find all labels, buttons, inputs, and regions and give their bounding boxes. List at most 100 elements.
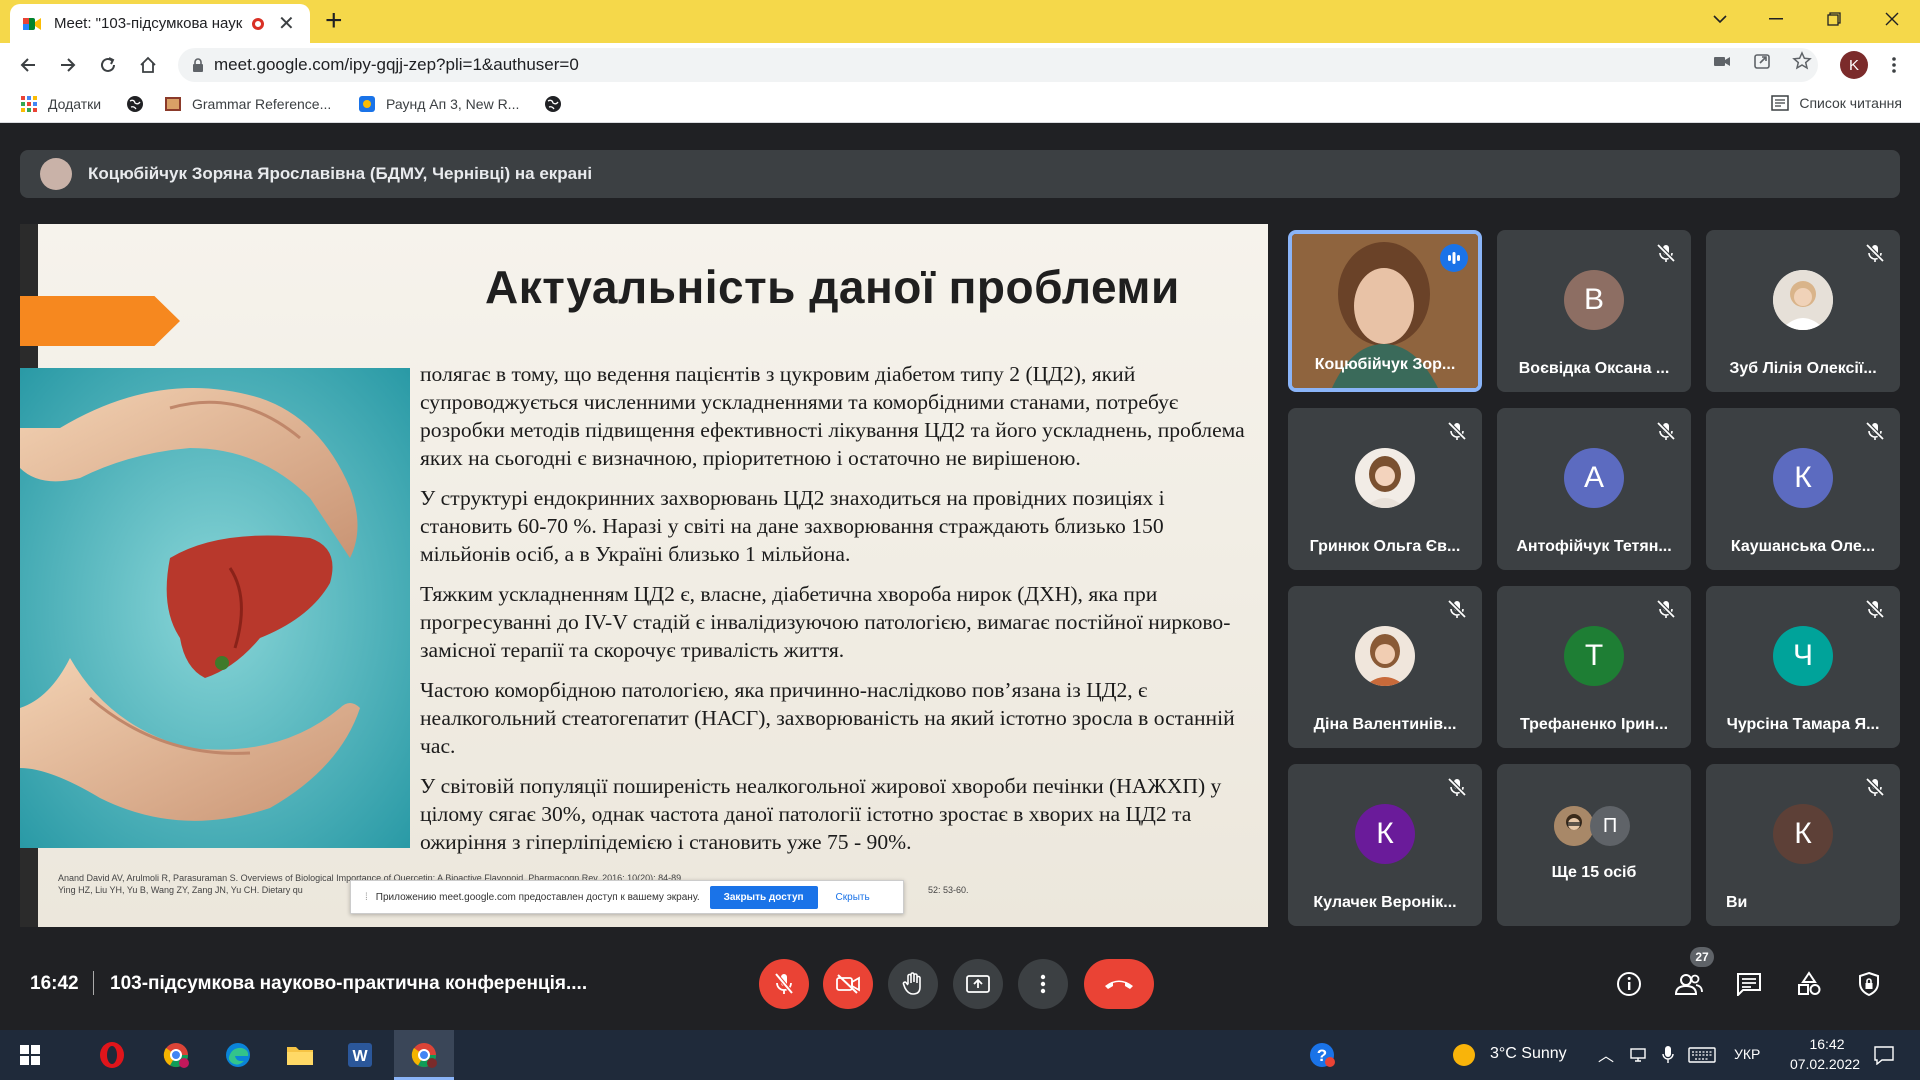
- participant-tile[interactable]: Діна Валентинів...: [1288, 586, 1482, 748]
- microphone-tray-icon[interactable]: [1652, 1039, 1684, 1071]
- muted-mic-icon: [1865, 777, 1885, 797]
- participant-photo-avatar: [1355, 626, 1415, 686]
- more-options-button[interactable]: [1018, 959, 1068, 1009]
- notifications-icon[interactable]: [1868, 1039, 1900, 1071]
- more-vert-icon: [1040, 974, 1046, 994]
- muted-mic-icon: [1447, 599, 1467, 619]
- participant-tile[interactable]: К Кулачек Веронік...: [1288, 764, 1482, 926]
- slide-paragraph: У структурі ендокринних захворювань ЦД2 …: [420, 486, 1165, 566]
- hide-notice-link[interactable]: Скрыть: [836, 892, 870, 903]
- participant-tile[interactable]: Гринюк Ольга Єв...: [1288, 408, 1482, 570]
- keyboard-icon[interactable]: [1686, 1039, 1718, 1071]
- participant-tile[interactable]: Зуб Лілія Олексії...: [1706, 230, 1900, 392]
- url-text: meet.google.com/ipy-gqjj-zep?pli=1&authu…: [214, 55, 579, 74]
- participant-tile[interactable]: А Антофійчук Тетян...: [1497, 408, 1691, 570]
- camera-toggle-button[interactable]: [823, 959, 873, 1009]
- stop-sharing-button[interactable]: Закрыть доступ: [709, 885, 818, 909]
- mic-toggle-button[interactable]: [759, 959, 809, 1009]
- file-explorer-icon[interactable]: [284, 1039, 316, 1071]
- people-button[interactable]: [1674, 969, 1704, 999]
- participant-name: Чурсіна Тамара Я...: [1726, 716, 1880, 733]
- round-up-icon: [359, 96, 375, 112]
- restore-window-icon[interactable]: [1806, 0, 1862, 38]
- bookmark-globe-2[interactable]: [544, 95, 572, 113]
- bookmark-globe-1[interactable]: [126, 95, 154, 113]
- profile-avatar[interactable]: K: [1840, 51, 1868, 79]
- bookmark-round-up[interactable]: Раунд Ап 3, New R...: [358, 95, 519, 113]
- participant-tile[interactable]: К Каушанська Оле...: [1706, 408, 1900, 570]
- mic-off-icon: [774, 972, 794, 995]
- edge-icon[interactable]: [222, 1039, 254, 1071]
- close-window-icon[interactable]: [1864, 0, 1920, 38]
- participant-tile-presenter[interactable]: Коцюбійчук Зор...: [1288, 230, 1482, 392]
- browser-tab-meet[interactable]: Meet: "103-підсумкова наук ✕: [10, 4, 310, 43]
- self-tile[interactable]: К Ви: [1706, 764, 1900, 926]
- participant-tile[interactable]: В Воєвідка Оксана ...: [1497, 230, 1691, 392]
- slide-paragraph: Частою коморбідною патологією, яка причи…: [420, 678, 1235, 758]
- reference-2: Ying HZ, Liu YH, Yu B, Wang ZY, Zang JN,…: [58, 885, 303, 895]
- weather-text[interactable]: 3°C Sunny: [1490, 1045, 1567, 1063]
- share-page-icon[interactable]: [1752, 51, 1772, 71]
- tray-chevron-up-icon[interactable]: ︿: [1598, 1042, 1614, 1066]
- participant-tile[interactable]: Ч Чурсіна Тамара Я...: [1706, 586, 1900, 748]
- presenter-banner: Коцюбійчук Зоряна Ярославівна (БДМУ, Чер…: [20, 150, 1900, 198]
- participant-tile[interactable]: Т Трефаненко Ірин...: [1497, 586, 1691, 748]
- activities-button[interactable]: [1794, 969, 1824, 999]
- chat-icon: [1737, 973, 1761, 996]
- hands-liver-image: [20, 368, 410, 848]
- forward-arrow-icon[interactable]: [54, 51, 82, 79]
- more-participants-label: Ще 15 осіб: [1551, 864, 1637, 881]
- windows-start-icon[interactable]: [14, 1039, 46, 1071]
- weather-sun-icon[interactable]: [1448, 1039, 1480, 1071]
- new-tab-button[interactable]: +: [325, 6, 343, 36]
- reload-icon[interactable]: [94, 51, 122, 79]
- raise-hand-button[interactable]: [888, 959, 938, 1009]
- drag-handle-icon[interactable]: ⁞: [365, 892, 368, 903]
- bookmark-star-icon[interactable]: [1792, 51, 1812, 71]
- camera-in-use-icon[interactable]: [1712, 51, 1732, 71]
- input-language[interactable]: УКР: [1734, 1046, 1760, 1062]
- more-participant-avatar: П: [1590, 806, 1630, 846]
- help-question-icon[interactable]: ?: [1306, 1039, 1338, 1071]
- browser-menu-icon[interactable]: [1880, 51, 1908, 79]
- present-screen-icon: [966, 975, 990, 993]
- back-arrow-icon[interactable]: [14, 51, 42, 79]
- chat-button[interactable]: [1734, 969, 1764, 999]
- participant-avatar: К: [1773, 448, 1833, 508]
- network-icon[interactable]: [1622, 1039, 1654, 1071]
- taskbar-time[interactable]: 16:42: [1792, 1036, 1862, 1052]
- tab-search-chevron-icon[interactable]: [1692, 0, 1748, 38]
- participant-photo-avatar: [1773, 270, 1833, 330]
- opera-icon[interactable]: [96, 1039, 128, 1071]
- more-participants-tile[interactable]: П Ще 15 осіб: [1497, 764, 1691, 926]
- reading-list-button[interactable]: Список читання: [1771, 95, 1902, 111]
- slide-paragraph: Тяжким ускладненням ЦД2 є, власне, діабе…: [420, 582, 1231, 662]
- muted-mic-icon: [1656, 599, 1676, 619]
- hang-up-icon: [1105, 980, 1133, 989]
- minimize-window-icon[interactable]: [1748, 0, 1804, 38]
- address-bar[interactable]: meet.google.com/ipy-gqjj-zep?pli=1&authu…: [178, 48, 1818, 82]
- meeting-title: 103-підсумкова науково-практична конфере…: [110, 973, 588, 994]
- present-screen-button[interactable]: [953, 959, 1003, 1009]
- recording-indicator-icon: [252, 17, 264, 30]
- participant-avatar: Т: [1564, 626, 1624, 686]
- bookmark-apps[interactable]: Додатки: [20, 95, 101, 113]
- word-icon[interactable]: W: [344, 1039, 376, 1071]
- close-tab-icon[interactable]: ✕: [278, 14, 295, 34]
- host-controls-button[interactable]: [1854, 969, 1884, 999]
- presenter-banner-text: Коцюбійчук Зоряна Ярославівна (БДМУ, Чер…: [88, 164, 593, 183]
- hand-icon: [902, 972, 921, 995]
- home-icon[interactable]: [134, 51, 162, 79]
- chrome-profile-icon[interactable]: [160, 1039, 192, 1071]
- muted-mic-icon: [1865, 599, 1885, 619]
- taskbar-date[interactable]: 07.02.2022: [1775, 1056, 1875, 1072]
- participant-name: Воєвідка Оксана ...: [1518, 360, 1670, 377]
- meeting-details-button[interactable]: [1614, 969, 1644, 999]
- leave-call-button[interactable]: [1084, 959, 1154, 1009]
- taskbar-active-app[interactable]: [394, 1030, 454, 1080]
- apps-grid-icon: [21, 96, 37, 112]
- muted-mic-icon: [1447, 421, 1467, 441]
- meet-control-bar: 16:42 103-підсумкова науково-практична к…: [0, 947, 1920, 1030]
- participant-name: Зуб Лілія Олексії...: [1729, 360, 1877, 377]
- bookmark-grammar-reference[interactable]: Grammar Reference...: [164, 95, 331, 113]
